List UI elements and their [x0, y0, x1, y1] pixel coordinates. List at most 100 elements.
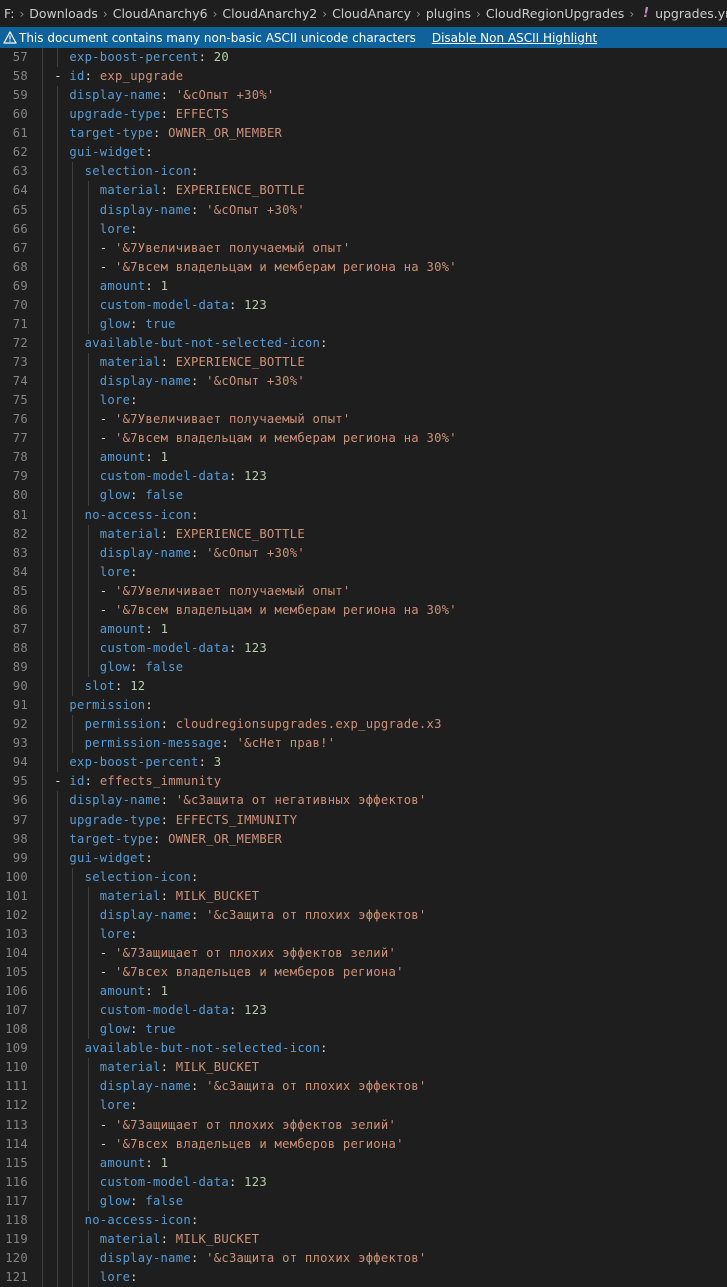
code-line[interactable]: 84 lore:: [0, 562, 727, 582]
code-line[interactable]: 89 glow: false: [0, 658, 727, 678]
code-line[interactable]: 83 display-name: '&cОпыт +30%': [0, 543, 727, 563]
code-line[interactable]: 80 glow: false: [0, 486, 727, 506]
code-line[interactable]: 64 material: EXPERIENCE_BOTTLE: [0, 181, 727, 201]
code-line[interactable]: 104 - '&7Защищает от плохих эффектов зел…: [0, 943, 727, 963]
yaml-colon: :: [130, 564, 138, 579]
code-line[interactable]: 93 permission-message: '&cНет прав!': [0, 734, 727, 754]
breadcrumb-item-cloudanarcy[interactable]: CloudAnarcy: [332, 6, 411, 21]
code-line[interactable]: 68 - '&7всем владельцам и мемберам регио…: [0, 257, 727, 277]
code-line[interactable]: 65 display-name: '&cОпыт +30%': [0, 200, 727, 220]
line-number: 104: [5, 945, 28, 960]
line-content: available-but-not-selected-icon:: [39, 334, 328, 353]
list-dash: -: [54, 774, 70, 789]
breadcrumb-item-plugins[interactable]: plugins: [426, 6, 471, 21]
code-line[interactable]: 101 material: MILK_BUCKET: [0, 886, 727, 906]
yaml-value: '&7всем владельцам и мемберам региона на…: [114, 431, 457, 446]
code-line[interactable]: 117 glow: false: [0, 1191, 727, 1211]
yaml-key: display-name: [99, 374, 191, 389]
code-line[interactable]: 75 lore:: [0, 391, 727, 411]
code-line[interactable]: 105 - '&7всех владельцев и мемберов реги…: [0, 963, 727, 983]
code-line[interactable]: 96 display-name: '&cЗащита от негативных…: [0, 791, 727, 811]
code-line[interactable]: 71 glow: true: [0, 314, 727, 334]
code-line[interactable]: 87 amount: 1: [0, 619, 727, 639]
list-dash: -: [54, 69, 70, 84]
code-line[interactable]: 98 target-type: OWNER_OR_MEMBER: [0, 829, 727, 849]
code-line[interactable]: 111 display-name: '&cЗащита от плохих эф…: [0, 1077, 727, 1097]
code-line[interactable]: 97 upgrade-type: EFFECTS_IMMUNITY: [0, 810, 727, 830]
code-line[interactable]: 63 selection-icon:: [0, 162, 727, 182]
code-line[interactable]: 121 lore:: [0, 1268, 727, 1287]
yaml-key: permission: [69, 698, 146, 713]
code-line[interactable]: 78 amount: 1: [0, 448, 727, 468]
code-line[interactable]: 82 material: EXPERIENCE_BOTTLE: [0, 524, 727, 544]
code-line[interactable]: 113 - '&7Защищает от плохих эффектов зел…: [0, 1115, 727, 1135]
code-line[interactable]: 85 - '&7Увеличивает получаемый опыт': [0, 581, 727, 601]
line-number: 115: [5, 1155, 28, 1170]
code-line[interactable]: 73 material: EXPERIENCE_BOTTLE: [0, 353, 727, 373]
code-line[interactable]: 59 display-name: '&cОпыт +30%': [0, 86, 727, 106]
line-content: custom-model-data: 123: [39, 467, 267, 486]
code-line[interactable]: 86 - '&7всем владельцам и мемберам регио…: [0, 600, 727, 620]
code-line[interactable]: 77 - '&7всем владельцам и мемберам регио…: [0, 429, 727, 449]
code-line[interactable]: 57 exp-boost-percent: 20: [0, 48, 727, 68]
code-line[interactable]: 95 - id: effects_immunity: [0, 772, 727, 792]
yaml-key: glow: [99, 660, 131, 674]
breadcrumb-item-cloudanarchy2[interactable]: CloudAnarchy2: [222, 6, 317, 21]
line-content: - '&7всем владельцам и мемберам региона …: [39, 258, 457, 277]
code-line[interactable]: 103 lore:: [0, 924, 727, 944]
code-line[interactable]: 58 - id: exp_upgrade: [0, 67, 727, 87]
code-line[interactable]: 90 slot: 12: [0, 677, 727, 697]
disable-highlight-link[interactable]: Disable Non ASCII Highlight: [432, 31, 597, 45]
yaml-value: EFFECTS_IMMUNITY: [175, 812, 298, 827]
line-content: selection-icon:: [39, 868, 199, 887]
breadcrumb-item-cloudregionupgrades[interactable]: CloudRegionUpgrades: [486, 6, 624, 21]
line-content: display-name: '&cЗащита от негативных эф…: [39, 791, 426, 810]
code-line[interactable]: 88 custom-model-data: 123: [0, 638, 727, 658]
code-line[interactable]: 91 permission:: [0, 696, 727, 716]
code-line[interactable]: 69 amount: 1: [0, 276, 727, 296]
code-line[interactable]: 102 display-name: '&cЗащита от плохих эф…: [0, 905, 727, 925]
yaml-key: exp-boost-percent: [69, 755, 199, 770]
code-line[interactable]: 107 custom-model-data: 123: [0, 1001, 727, 1021]
line-content: selection-icon:: [39, 162, 199, 181]
code-line[interactable]: 110 material: MILK_BUCKET: [0, 1058, 727, 1078]
code-line[interactable]: 119 material: MILK_BUCKET: [0, 1229, 727, 1249]
list-dash: -: [99, 1136, 115, 1151]
code-line[interactable]: 116 custom-model-data: 123: [0, 1172, 727, 1192]
code-line[interactable]: 108 glow: true: [0, 1020, 727, 1040]
code-line[interactable]: 60 upgrade-type: EFFECTS: [0, 105, 727, 125]
yaml-key: amount: [99, 278, 146, 293]
code-line[interactable]: 62 gui-widget:: [0, 143, 727, 163]
breadcrumb-item-cloudanarchy6[interactable]: CloudAnarchy6: [113, 6, 208, 21]
code-line[interactable]: 109 available-but-not-selected-icon:: [0, 1039, 727, 1059]
code-line[interactable]: 61 target-type: OWNER_OR_MEMBER: [0, 124, 727, 144]
code-line[interactable]: 76 - '&7Увеличивает получаемый опыт': [0, 410, 727, 430]
code-line[interactable]: 70 custom-model-data: 123: [0, 295, 727, 315]
code-line[interactable]: 94 exp-boost-percent: 3: [0, 753, 727, 773]
code-line[interactable]: 67 - '&7Увеличивает получаемый опыт': [0, 238, 727, 258]
line-content: display-name: '&cОпыт +30%': [39, 86, 275, 105]
code-editor[interactable]: 57 exp-boost-percent: 20 58 - id: exp_upg…: [0, 48, 727, 1287]
code-line[interactable]: 106 amount: 1: [0, 982, 727, 1002]
code-line[interactable]: 79 custom-model-data: 123: [0, 467, 727, 487]
breadcrumb-item-drive[interactable]: F:: [4, 6, 14, 21]
code-line[interactable]: 81 no-access-icon:: [0, 505, 727, 525]
code-line[interactable]: 100 selection-icon:: [0, 867, 727, 887]
line-content: display-name: '&cЗащита от плохих эффект…: [39, 1077, 426, 1096]
yaml-value: 1: [160, 984, 169, 999]
code-line[interactable]: 99 gui-widget:: [0, 848, 727, 868]
code-line[interactable]: 120 display-name: '&cЗащита от плохих эф…: [0, 1248, 727, 1268]
code-line[interactable]: 115 amount: 1: [0, 1153, 727, 1173]
breadcrumb-item-downloads[interactable]: Downloads: [29, 6, 98, 21]
line-number: 94: [12, 755, 28, 770]
yaml-key: available-but-not-selected-icon: [84, 1041, 321, 1056]
code-line[interactable]: 74 display-name: '&cОпыт +30%': [0, 372, 727, 392]
code-line[interactable]: 114 - '&7всех владельцев и мемберов реги…: [0, 1134, 727, 1154]
code-line[interactable]: 118 no-access-icon:: [0, 1210, 727, 1230]
code-line[interactable]: 66 lore:: [0, 219, 727, 239]
breadcrumb-item-file[interactable]: upgrades.yml: [655, 6, 727, 21]
line-content: - id: effects_immunity: [39, 772, 221, 791]
code-line[interactable]: 92 permission: cloudregionsupgrades.exp_…: [0, 715, 727, 735]
code-line[interactable]: 112 lore:: [0, 1096, 727, 1116]
code-line[interactable]: 72 available-but-not-selected-icon:: [0, 333, 727, 353]
